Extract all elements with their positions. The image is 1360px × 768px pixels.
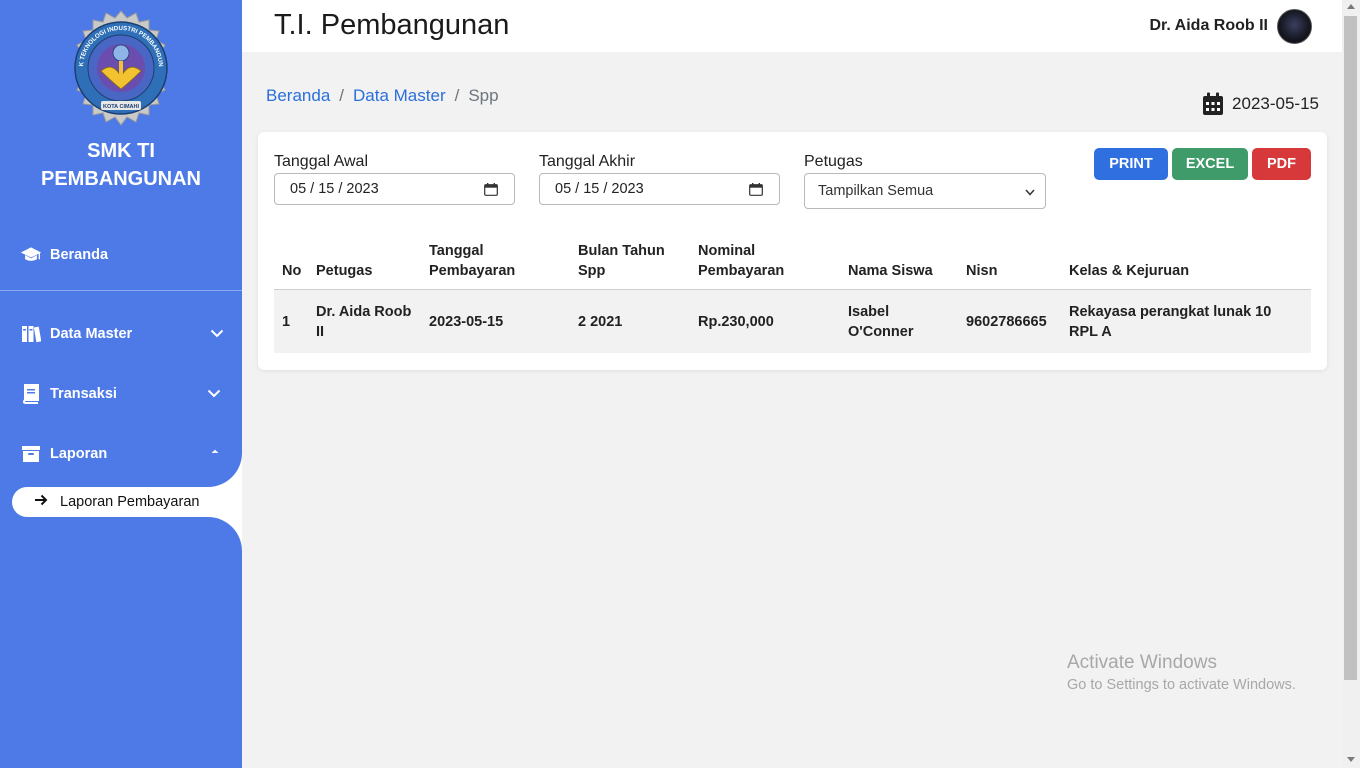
header-line: Spp xyxy=(578,263,606,279)
end-date-input[interactable]: 05 / 15 / 2023 xyxy=(539,173,780,205)
graduation-cap-icon xyxy=(20,244,42,266)
breadcrumb-separator: / xyxy=(454,86,460,105)
cell-nisn: 9602786665 xyxy=(966,314,1047,330)
page-title: T.I. Pembangunan xyxy=(274,9,510,41)
school-logo: SMK TEKNOLOGI INDUSTRI PEMBANGUNAN KOTA … xyxy=(61,9,168,126)
top-bar: T.I. Pembangunan Dr. Aida Roob II xyxy=(242,0,1342,52)
breadcrumb-separator: / xyxy=(339,86,345,105)
archive-icon xyxy=(20,443,42,465)
calendar-icon[interactable] xyxy=(749,183,763,196)
active-item-curve xyxy=(208,517,242,551)
column-header-bulan-tahun: Bulan Tahun Spp xyxy=(578,241,665,281)
chevron-down-icon xyxy=(207,386,221,402)
page-scrollbar[interactable] xyxy=(1342,0,1360,768)
print-button[interactable]: PRINT xyxy=(1094,148,1168,180)
current-date-value: 2023-05-15 xyxy=(1232,94,1319,113)
sidebar-item-transaksi[interactable]: Transaksi xyxy=(0,372,242,416)
breadcrumb-link-data-master[interactable]: Data Master xyxy=(353,86,446,106)
sidebar-item-laporan[interactable]: Laporan xyxy=(0,432,242,476)
header-line: Tanggal xyxy=(429,243,484,259)
cell-line: Isabel xyxy=(848,304,890,320)
school-name-line1: SMK TI xyxy=(87,140,155,162)
svg-text:KOTA CIMAHI: KOTA CIMAHI xyxy=(103,104,140,110)
header-line: Pembayaran xyxy=(429,263,516,279)
chevron-down-icon xyxy=(210,326,224,342)
sidebar-item-label: Transaksi xyxy=(50,386,117,402)
start-date-input[interactable]: 05 / 15 / 2023 xyxy=(274,173,515,205)
sidebar-divider xyxy=(0,290,242,291)
cell-nama-siswa: Isabel O'Conner xyxy=(848,302,913,342)
sidebar-item-data-master[interactable]: Data Master xyxy=(0,312,242,356)
calendar-icon xyxy=(1202,92,1224,116)
sidebar-item-label: Beranda xyxy=(50,247,109,263)
cell-line: Rekayasa perangkat lunak 10 xyxy=(1069,304,1272,320)
cell-bulan-tahun: 2 2021 xyxy=(578,314,623,330)
header-line: Nominal xyxy=(698,243,756,259)
cell-line: RPL A xyxy=(1069,324,1112,340)
header-line: Bulan Tahun xyxy=(578,243,665,259)
start-date-label: Tanggal Awal xyxy=(274,153,368,170)
column-header-no: No xyxy=(282,263,302,279)
chevron-down-icon xyxy=(1025,189,1035,196)
breadcrumb-link-beranda[interactable]: Beranda xyxy=(266,86,330,106)
column-header-nama-siswa: Nama Siswa xyxy=(848,263,933,279)
activation-watermark-title: Activate Windows xyxy=(1067,652,1217,673)
sidebar: SMK TEKNOLOGI INDUSTRI PEMBANGUNAN KOTA … xyxy=(0,0,242,768)
excel-button[interactable]: EXCEL xyxy=(1172,148,1248,180)
user-name[interactable]: Dr. Aida Roob II xyxy=(1149,17,1268,35)
active-item-curve xyxy=(208,453,242,487)
breadcrumb: Beranda / Data Master / Spp xyxy=(266,86,499,106)
cell-petugas: Dr. Aida Roob II xyxy=(316,302,411,342)
sidebar-item-label: Laporan xyxy=(50,446,108,462)
current-date: 2023-05-15 xyxy=(1202,92,1319,116)
calendar-icon[interactable] xyxy=(484,183,498,196)
cell-kelas: Rekayasa perangkat lunak 10 RPL A xyxy=(1069,302,1271,342)
report-card: Tanggal Awal 05 / 15 / 2023 Tanggal Akhi… xyxy=(258,132,1327,370)
officer-select-value: Tampilkan Semua xyxy=(818,183,934,199)
cell-tanggal: 2023-05-15 xyxy=(429,314,504,330)
start-date-value: 05 / 15 / 2023 xyxy=(290,181,379,197)
cell-line: Dr. Aida Roob xyxy=(316,304,412,320)
column-header-petugas: Petugas xyxy=(316,263,373,279)
column-header-nominal: Nominal Pembayaran xyxy=(698,241,784,281)
cell-nominal: Rp.230,000 xyxy=(698,314,774,330)
pdf-button[interactable]: PDF xyxy=(1252,148,1311,180)
activation-watermark-text: Go to Settings to activate Windows. xyxy=(1067,677,1296,693)
arrow-right-icon xyxy=(34,494,48,510)
cell-line: O'Conner xyxy=(848,324,914,340)
column-header-nisn: Nisn xyxy=(966,263,998,279)
scroll-down-icon[interactable] xyxy=(1347,757,1355,762)
book-stack-icon xyxy=(20,323,42,345)
avatar[interactable] xyxy=(1277,9,1312,44)
sidebar-subitem-label: Laporan Pembayaran xyxy=(60,494,200,510)
book-icon xyxy=(20,383,42,405)
sidebar-item-label: Data Master xyxy=(50,326,133,342)
breadcrumb-current: Spp xyxy=(468,86,499,105)
column-header-tanggal: Tanggal Pembayaran xyxy=(429,241,515,281)
school-name-line2: PEMBANGUNAN xyxy=(41,168,201,190)
end-date-label: Tanggal Akhir xyxy=(539,153,636,170)
scroll-thumb[interactable] xyxy=(1344,16,1357,680)
end-date-value: 05 / 15 / 2023 xyxy=(555,181,644,197)
school-name: SMK TI PEMBANGUNAN xyxy=(0,137,242,193)
column-header-kelas: Kelas & Kejuruan xyxy=(1069,263,1190,279)
cell-line: II xyxy=(316,324,325,340)
officer-select[interactable]: Tampilkan Semua xyxy=(804,173,1046,209)
officer-label: Petugas xyxy=(804,153,863,170)
scroll-up-icon[interactable] xyxy=(1347,4,1355,9)
sidebar-subitem-laporan-pembayaran[interactable]: Laporan Pembayaran xyxy=(12,487,242,517)
sidebar-item-beranda[interactable]: Beranda xyxy=(0,233,242,277)
cell-no: 1 xyxy=(282,314,291,330)
header-line: Pembayaran xyxy=(698,263,785,279)
